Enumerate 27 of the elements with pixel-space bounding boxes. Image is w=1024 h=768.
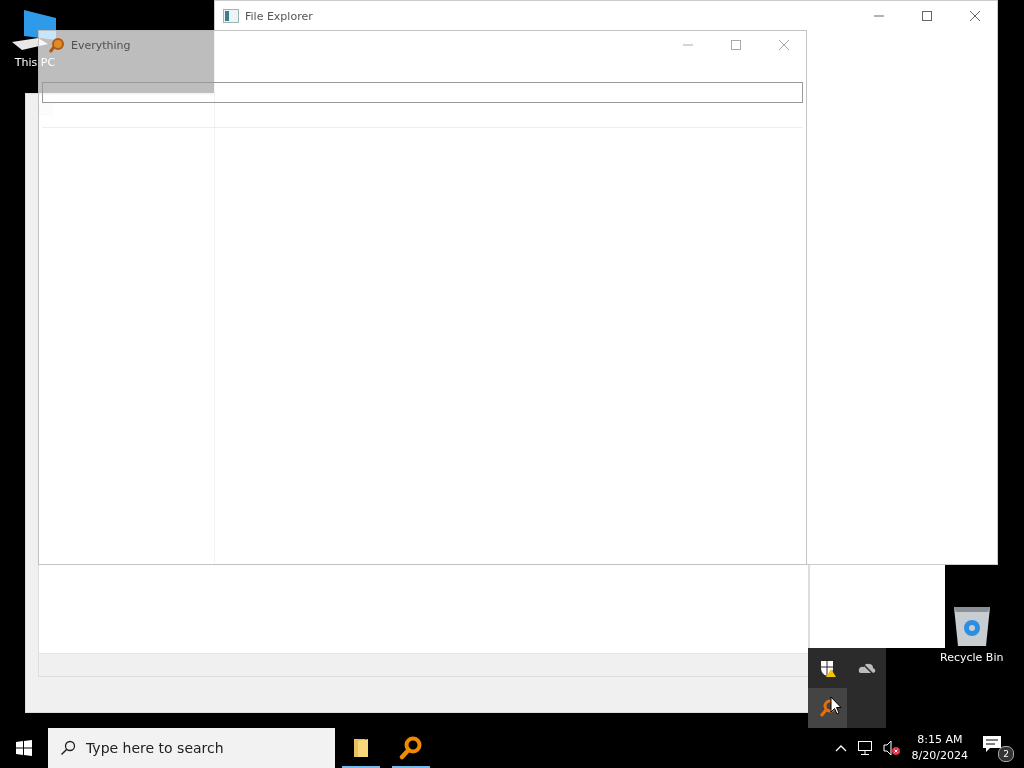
- search-field[interactable]: Type here to search: [48, 728, 335, 768]
- search-icon: [60, 740, 76, 756]
- speaker-muted-icon[interactable]: [882, 740, 901, 756]
- magnifier-icon: [818, 699, 837, 717]
- magnifier-icon: [399, 736, 423, 760]
- cloud-icon: [857, 661, 876, 675]
- clock[interactable]: 8:15 AM 8/20/2024: [911, 732, 968, 764]
- windows-logo-icon[interactable]: [16, 740, 32, 756]
- folder-icon: [353, 738, 369, 758]
- notification-icon[interactable]: [982, 735, 1002, 753]
- notification-count: 2: [998, 746, 1014, 762]
- mouse-pointer-icon: [830, 696, 842, 715]
- network-icon[interactable]: [856, 740, 873, 756]
- magnifier-icon: [49, 37, 65, 53]
- maximize-icon[interactable]: [921, 10, 933, 22]
- explorer-icon: [223, 9, 239, 23]
- window-title: File Explorer: [245, 9, 313, 23]
- shield-icon: [818, 659, 837, 677]
- window-title: Everything: [71, 38, 131, 52]
- desktop-icon-label[interactable]: This PC: [14, 56, 56, 69]
- chevron-up-icon[interactable]: [834, 744, 847, 752]
- close-icon[interactable]: [969, 10, 981, 22]
- clock-date: 8/20/2024: [911, 748, 968, 764]
- search-field[interactable]: [42, 82, 803, 103]
- desktop-icon-label[interactable]: Recycle Bin: [940, 651, 1004, 664]
- tray-icon-cell[interactable]: [808, 688, 847, 728]
- clock-time: 8:15 AM: [917, 732, 963, 748]
